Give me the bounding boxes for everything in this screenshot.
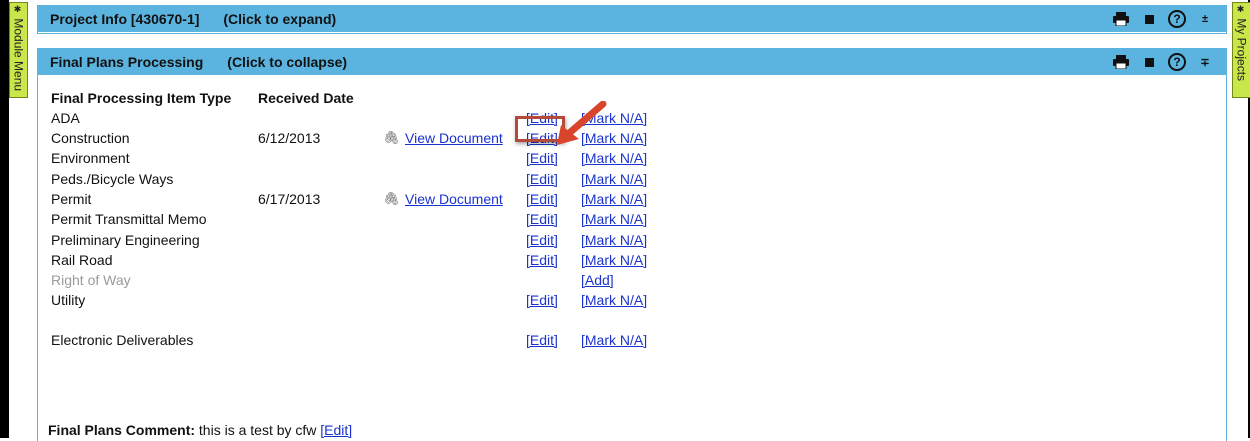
item-type: Utility <box>51 292 86 308</box>
mark-na-link[interactable]: [Mark N/A] <box>581 231 647 249</box>
mark-na-link[interactable]: [Mark N/A] <box>581 190 647 208</box>
column-header-date: Received Date <box>258 90 354 106</box>
final-plans-panel: Final Plans Processing (Click to collaps… <box>37 48 1227 441</box>
column-header-type: Final Processing Item Type <box>51 90 232 106</box>
project-info-title: Project Info [430670-1] <box>50 11 200 27</box>
comment-edit-link[interactable]: [Edit] <box>320 422 352 438</box>
module-menu-label: Module Menu <box>11 18 26 92</box>
left-window-edge <box>0 0 9 438</box>
item-type: Right of Way <box>51 272 131 288</box>
final-plans-title: Final Plans Processing <box>50 54 204 70</box>
item-type: Rail Road <box>51 252 113 268</box>
comment-label: Final Plans Comment: <box>48 422 196 438</box>
edit-link[interactable]: [Edit] <box>526 170 558 188</box>
item-type: ADA <box>51 110 80 126</box>
add-link[interactable]: [Add] <box>581 271 614 289</box>
my-projects-tab[interactable]: ✱ My Projects <box>1232 2 1250 98</box>
stop-icon[interactable] <box>1140 10 1158 28</box>
edit-link[interactable]: [Edit] <box>526 149 558 167</box>
pin-icon: ✱ <box>1236 5 1247 15</box>
project-info-header[interactable]: Project Info [430670-1] (Click to expand… <box>38 6 1226 32</box>
module-menu-tab[interactable]: ✱ Module Menu <box>9 2 28 98</box>
mark-na-link[interactable]: [Mark N/A] <box>581 149 647 167</box>
arrow-icon <box>557 101 607 145</box>
mark-na-link[interactable]: [Mark N/A] <box>581 331 647 349</box>
received-date: 6/17/2013 <box>258 191 321 207</box>
edit-link[interactable]: [Edit] <box>526 190 558 208</box>
edit-link[interactable]: [Edit] <box>526 331 558 349</box>
printer-icon[interactable] <box>1112 10 1130 28</box>
view-document-link[interactable]: View Document <box>405 190 503 208</box>
toggle-icon[interactable]: ∓ <box>1196 53 1214 71</box>
item-type: Environment <box>51 150 130 166</box>
pin-icon: ✱ <box>13 5 24 15</box>
toggle-icon[interactable]: ± <box>1196 10 1214 28</box>
item-type: Preliminary Engineering <box>51 232 200 248</box>
help-icon[interactable]: ? <box>1168 53 1186 71</box>
paperclip-icon: 🖇 <box>383 191 400 206</box>
view-document-link[interactable]: View Document <box>405 129 503 147</box>
item-type: Construction <box>51 130 130 146</box>
stop-icon[interactable] <box>1140 53 1158 71</box>
collapse-hint: (Click to collapse) <box>227 54 348 70</box>
project-info-panel: Project Info [430670-1] (Click to expand… <box>37 5 1227 34</box>
mark-na-link[interactable]: [Mark N/A] <box>581 210 647 228</box>
item-type: Electronic Deliverables <box>51 332 194 348</box>
expand-hint: (Click to expand) <box>223 11 337 27</box>
edit-link[interactable]: [Edit] <box>526 210 558 228</box>
my-projects-label: My Projects <box>1234 18 1249 82</box>
final-plans-header[interactable]: Final Plans Processing (Click to collaps… <box>38 49 1226 75</box>
received-date: 6/12/2013 <box>258 130 321 146</box>
item-type: Permit Transmittal Memo <box>51 211 207 227</box>
comment-text: this is a test by cfw <box>198 422 317 438</box>
final-plans-comment: Final Plans Comment: this is a test by c… <box>48 421 352 439</box>
item-type: Peds./Bicycle Ways <box>51 171 174 187</box>
edit-link[interactable]: [Edit] <box>526 231 558 249</box>
paperclip-icon: 🖇 <box>383 130 400 145</box>
mark-na-link[interactable]: [Mark N/A] <box>581 170 647 188</box>
help-icon[interactable]: ? <box>1168 10 1186 28</box>
mark-na-link[interactable]: [Mark N/A] <box>581 251 647 269</box>
mark-na-link[interactable]: [Mark N/A] <box>581 291 647 309</box>
edit-link[interactable]: [Edit] <box>526 251 558 269</box>
item-type: Permit <box>51 191 92 207</box>
printer-icon[interactable] <box>1112 53 1130 71</box>
edit-link[interactable]: [Edit] <box>526 291 558 309</box>
